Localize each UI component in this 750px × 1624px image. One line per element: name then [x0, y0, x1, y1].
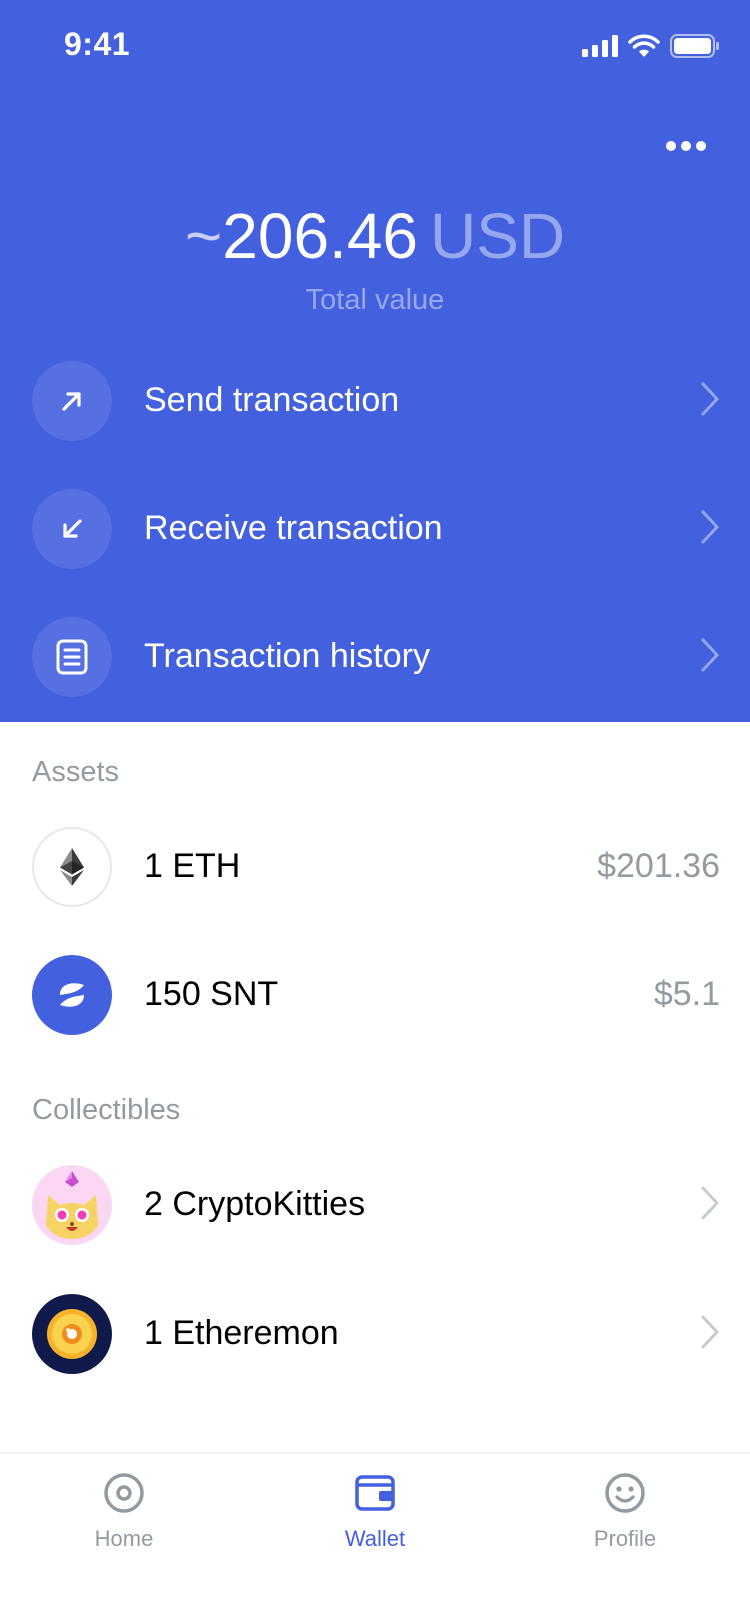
- more-dot: [696, 141, 706, 151]
- tab-wallet[interactable]: Wallet: [275, 1468, 475, 1568]
- collectible-name: 1 Etheremon: [144, 1314, 339, 1352]
- battery-icon: [670, 34, 719, 58]
- tab-home-label: Home: [94, 1526, 154, 1551]
- chevron-right-icon: [701, 1315, 719, 1349]
- chevron-right-icon: [701, 638, 719, 672]
- profile-icon: [605, 1473, 645, 1513]
- asset-row-snt[interactable]: 150 SNT $5.1: [0, 939, 750, 1049]
- total-balance: ~206.46 USD: [0, 196, 750, 276]
- arrow-up-right-icon: [62, 392, 81, 411]
- collectibles-section-title: Collectibles: [32, 1094, 181, 1126]
- collectible-name: 2 CryptoKitties: [144, 1185, 366, 1223]
- tab-home[interactable]: Home: [24, 1468, 224, 1568]
- balance-amount: 206.46: [222, 200, 418, 272]
- status-icons: [582, 34, 720, 58]
- send-transaction-row[interactable]: Send transaction: [0, 345, 750, 455]
- cryptokitty-icon: [32, 1165, 112, 1245]
- asset-value: $5.1: [653, 975, 720, 1013]
- chevron-right-icon: [701, 382, 719, 416]
- wallet-icon: [355, 1475, 395, 1511]
- collectible-row-etheremon[interactable]: 1 Etheremon: [0, 1278, 750, 1388]
- send-icon-circle: [32, 361, 112, 441]
- wifi-icon: [628, 34, 660, 57]
- balance-prefix: ~: [184, 200, 223, 272]
- asset-name: 150 SNT: [144, 975, 279, 1013]
- status-snt-icon: [32, 955, 112, 1035]
- chevron-right-icon: [701, 510, 719, 544]
- status-bar: 9:41: [0, 0, 750, 90]
- transaction-history-row[interactable]: Transaction history: [0, 601, 750, 711]
- assets-section-title: Assets: [32, 756, 120, 788]
- collectible-row-cryptokitties[interactable]: 2 CryptoKitties: [0, 1149, 750, 1259]
- tab-wallet-label: Wallet: [344, 1526, 406, 1551]
- balance-label: Total value: [305, 284, 445, 316]
- chevron-right-icon: [701, 1186, 719, 1220]
- bottom-tab-bar: Home Wallet Profile: [0, 1452, 750, 1624]
- more-options-button[interactable]: [658, 126, 714, 166]
- receive-transaction-row[interactable]: Receive transaction: [0, 473, 750, 583]
- receive-transaction-label: Receive transaction: [144, 509, 443, 547]
- home-icon: [104, 1473, 144, 1513]
- ethereum-icon: [32, 827, 112, 907]
- tab-profile-label: Profile: [593, 1526, 657, 1551]
- asset-name: 1 ETH: [144, 847, 241, 885]
- asset-value: $201.36: [597, 847, 720, 885]
- more-dot: [666, 141, 676, 151]
- wallet-header: 9:41 ~206.46 USD Total value Send transa…: [0, 0, 750, 722]
- more-dot: [681, 141, 691, 151]
- asset-row-eth[interactable]: 1 ETH $201.36: [0, 811, 750, 921]
- cellular-signal-icon: [582, 35, 618, 57]
- document-icon: [56, 639, 88, 675]
- etheremon-icon: [32, 1294, 112, 1374]
- transaction-history-label: Transaction history: [144, 637, 430, 675]
- send-transaction-label: Send transaction: [144, 381, 400, 419]
- history-icon-circle: [32, 617, 112, 697]
- arrow-down-left-icon: [63, 519, 82, 538]
- status-time: 9:41: [64, 26, 131, 62]
- balance-currency: USD: [430, 200, 566, 272]
- tab-profile[interactable]: Profile: [525, 1468, 725, 1568]
- receive-icon-circle: [32, 489, 112, 569]
